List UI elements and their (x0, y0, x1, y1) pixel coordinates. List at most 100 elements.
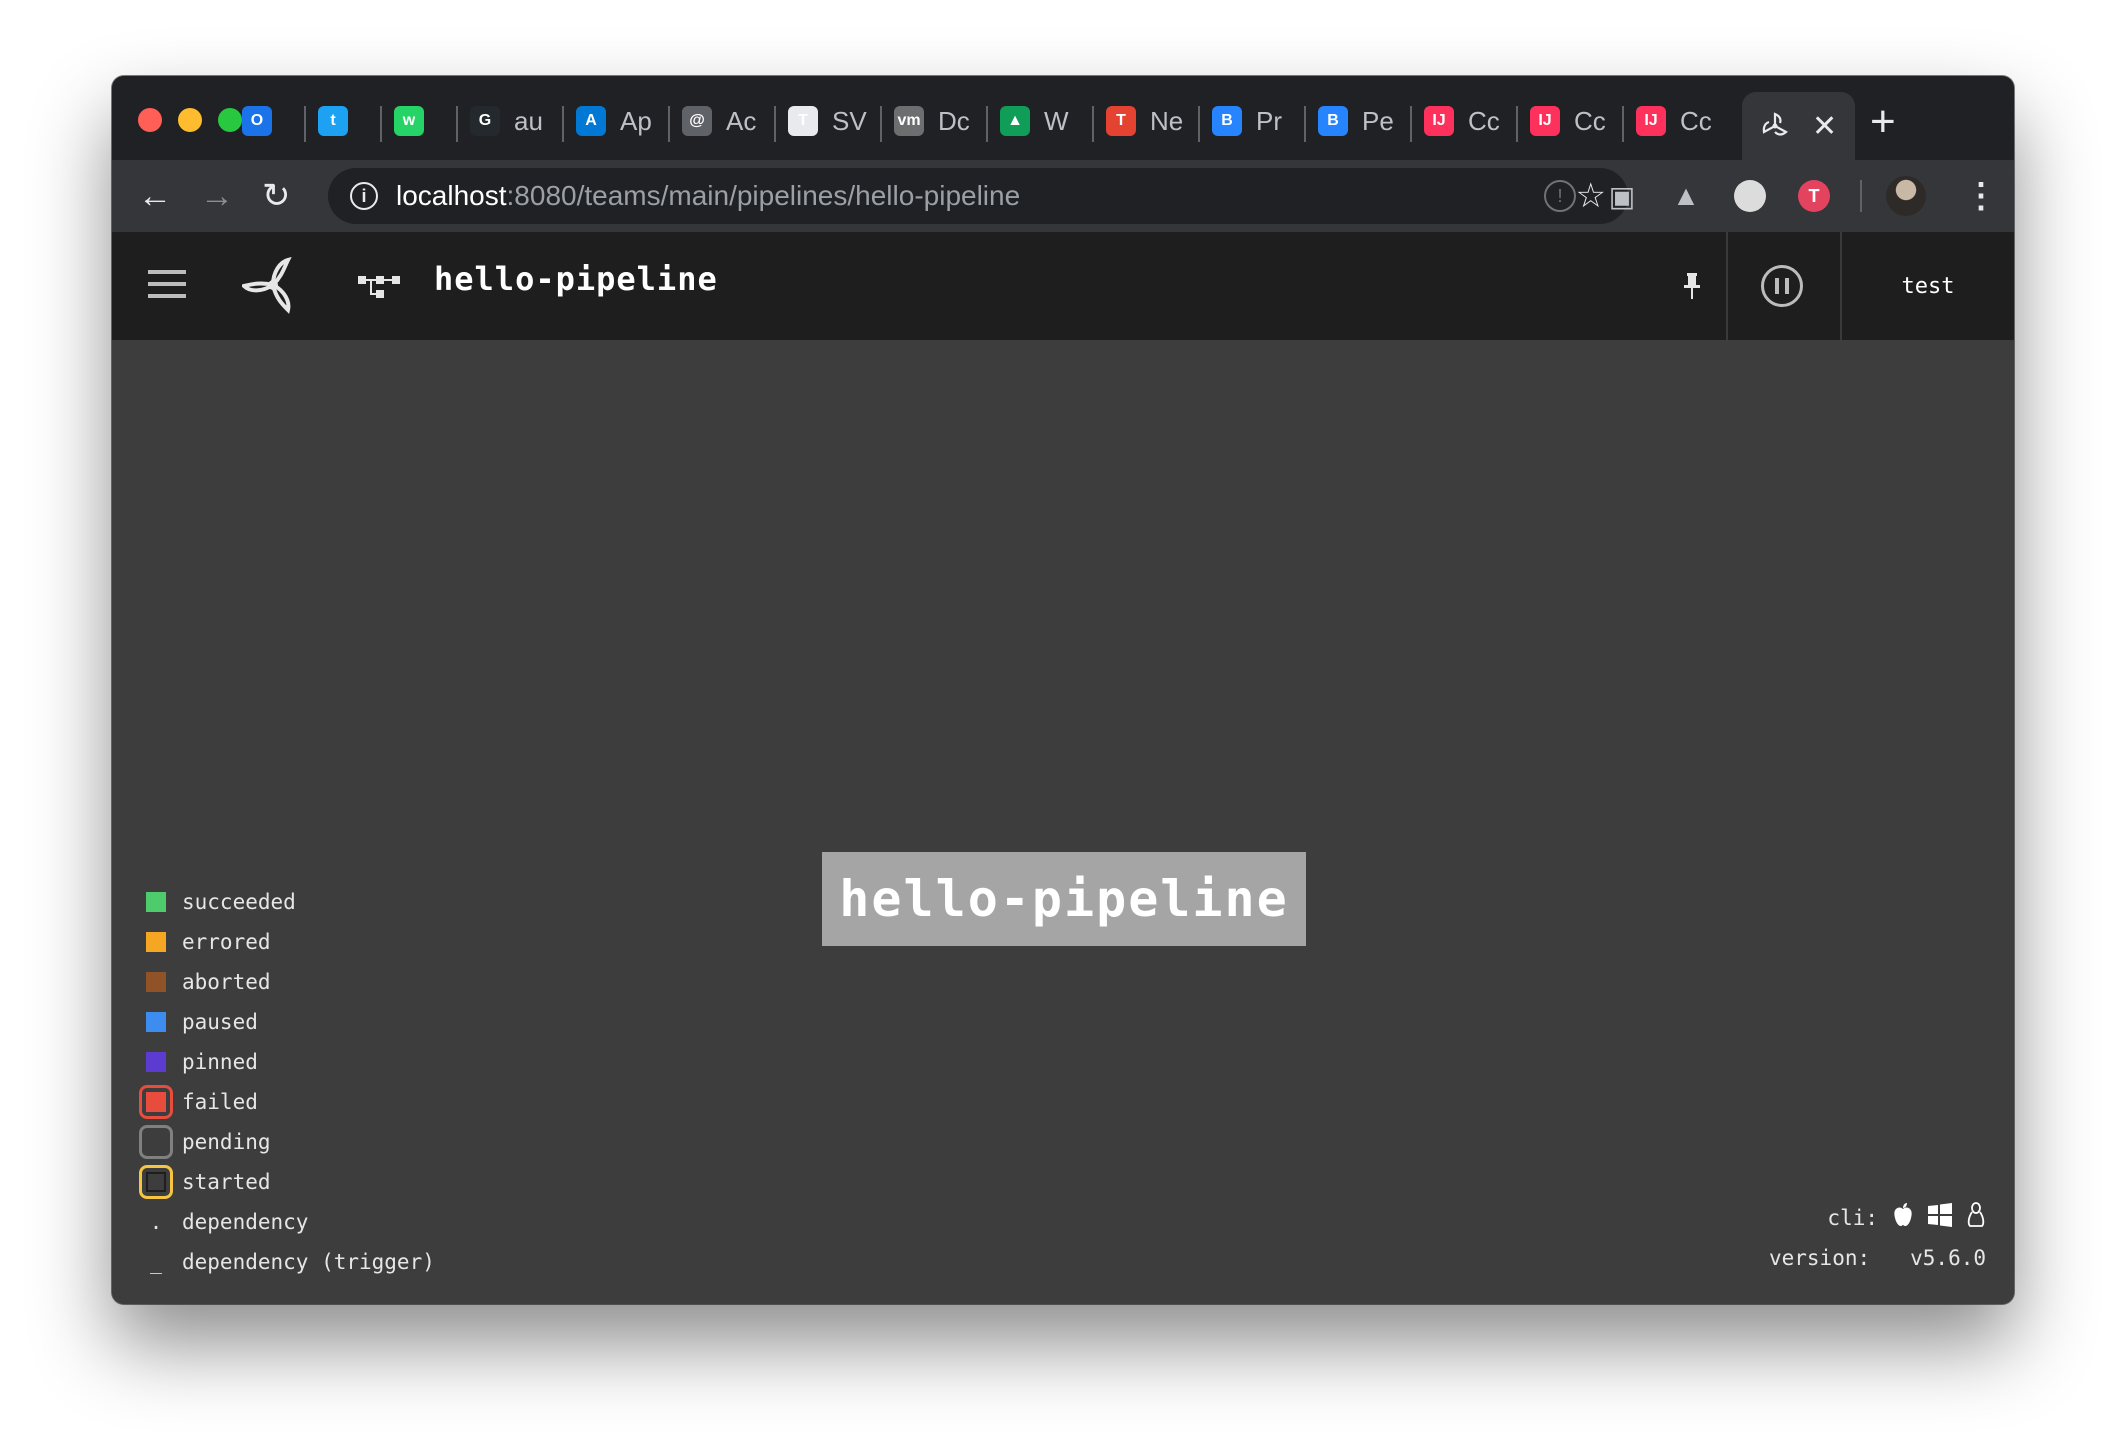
azure-devops-icon: A (576, 106, 606, 136)
legend-swatch (139, 1085, 173, 1119)
browser-tab[interactable]: vm Dc (894, 98, 970, 144)
camera-icon[interactable]: ▣ (1606, 180, 1638, 212)
drive-extension-icon[interactable]: ▲ (1670, 180, 1702, 212)
avatar[interactable] (1886, 176, 1926, 216)
legend-swatch: _ (149, 1250, 163, 1274)
intellij-icon: IJ (1636, 106, 1666, 136)
browser-tab[interactable]: B Pr (1212, 98, 1282, 144)
legend-label: dependency (182, 1210, 309, 1234)
concourse-icon (1760, 111, 1790, 141)
legend-label: errored (182, 930, 271, 954)
tab-separator (1622, 106, 1624, 142)
legend-label: pending (182, 1130, 271, 1154)
browser-tab[interactable]: B Pe (1318, 98, 1394, 144)
browser-tab[interactable]: O (242, 98, 272, 144)
legend-item-errored: errored (136, 922, 435, 962)
legend-label: started (182, 1170, 271, 1194)
pause-icon (1761, 265, 1803, 307)
pipeline-canvas[interactable]: hello-pipeline succeeded errored aborted pa… (112, 340, 2014, 1304)
version-label: version: (1768, 1246, 1871, 1270)
site-info-icon[interactable]: i (350, 182, 378, 210)
legend-item-started: started (136, 1162, 435, 1202)
legend-swatch: . (149, 1210, 163, 1234)
legend-swatch (146, 892, 166, 912)
intellij-icon: IJ (1424, 106, 1454, 136)
legend-swatch (139, 1125, 173, 1159)
twitter-icon: t (318, 106, 348, 136)
concourse-logo-icon[interactable] (240, 254, 304, 320)
legend-item-pending: pending (136, 1122, 435, 1162)
legend-label: dependency (trigger) (182, 1250, 435, 1274)
pause-pipeline-button[interactable] (1728, 232, 1836, 340)
user-menu[interactable]: test (1842, 232, 2014, 340)
tab-label: Ac (726, 105, 757, 136)
bookmark-star-icon[interactable]: ☆ (1576, 176, 1606, 216)
google-drive-icon: ▲ (1000, 106, 1030, 136)
browser-tab[interactable]: IJ Cc (1424, 98, 1500, 144)
back-arrow-icon[interactable]: ← (138, 174, 172, 218)
legend-swatch (139, 1165, 173, 1199)
browser-tab[interactable]: w (394, 98, 424, 144)
top-bar: hello-pipeline test (112, 232, 2014, 340)
job-node[interactable]: hello-pipeline (822, 852, 1306, 946)
tab-label: Cc (1680, 105, 1712, 136)
legend-item-paused: paused (136, 1002, 435, 1042)
forward-arrow-icon[interactable]: → (200, 174, 234, 218)
address-bar[interactable]: i localhost:8080/teams/main/pipelines/he… (328, 168, 1628, 224)
tab-active-concourse[interactable]: ✕ (1742, 92, 1856, 160)
pin-icon[interactable] (1652, 232, 1732, 340)
legend-swatch (146, 1052, 166, 1072)
vmware-icon: vm (894, 106, 924, 136)
browser-tab[interactable]: ▲ W (1000, 98, 1069, 144)
tab-separator (1410, 106, 1412, 142)
todoist-extension-icon[interactable]: T (1798, 180, 1830, 212)
legend-item-dependency: . dependency (136, 1202, 435, 1242)
close-window-button[interactable] (138, 108, 162, 132)
tab-label: W (1044, 105, 1069, 136)
browser-tab[interactable]: A Ap (576, 98, 652, 144)
extension-circle-icon[interactable] (1734, 180, 1766, 212)
browser-tab[interactable]: T SV (788, 98, 867, 144)
browser-tab[interactable]: T Ne (1106, 98, 1183, 144)
browser-tab[interactable]: Gau (470, 98, 543, 144)
version-value: v5.6.0 (1910, 1246, 1986, 1270)
tab-separator (986, 106, 988, 142)
pipeline-icon (358, 270, 402, 306)
intellij-icon: IJ (1530, 106, 1560, 136)
linux-icon[interactable] (1966, 1202, 1986, 1234)
new-tab-button[interactable]: + (1870, 100, 1896, 144)
browser-tab[interactable]: IJ Cc (1530, 98, 1606, 144)
legend-label: aborted (182, 970, 271, 994)
maximize-window-button[interactable] (218, 108, 242, 132)
legend-swatch (146, 972, 166, 992)
legend-label: paused (182, 1010, 258, 1034)
extension-info-icon[interactable]: ! (1544, 180, 1576, 212)
legend-swatch (146, 932, 166, 952)
todoist-icon: T (1106, 106, 1136, 136)
browser-tab[interactable]: IJ Cc (1636, 98, 1712, 144)
tab-separator (1198, 106, 1200, 142)
reload-icon[interactable]: ↻ (262, 174, 291, 218)
tab-separator (562, 106, 564, 142)
hamburger-menu-icon[interactable] (148, 270, 186, 306)
tab-separator (880, 106, 882, 142)
tab-label: Pr (1256, 105, 1282, 136)
bitbucket-icon: B (1212, 106, 1242, 136)
browser-tab[interactable]: t (318, 98, 348, 144)
tab-separator (1516, 106, 1518, 142)
windows-icon[interactable] (1928, 1203, 1952, 1233)
close-tab-icon[interactable]: ✕ (1812, 109, 1837, 144)
tab-label: Dc (938, 105, 970, 136)
menu-kebab-icon[interactable]: ⋮ (1964, 174, 1998, 218)
minimize-window-button[interactable] (178, 108, 202, 132)
tab-separator (668, 106, 670, 142)
browser-tab[interactable]: @ Ac (682, 98, 756, 144)
toolbar-divider (1860, 180, 1862, 212)
tab-label: Pe (1362, 105, 1394, 136)
browser-toolbar: ← → ↻ i localhost:8080/teams/main/pipeli… (112, 160, 2014, 232)
browser-window: Ot w Gau A Ap @ Ac T SV vm Dc ▲ W T Ne B Pr B Pe IJ Cc IJ Cc IJ… (112, 76, 2014, 1304)
apple-icon[interactable] (1892, 1202, 1914, 1234)
pipeline-title[interactable]: hello-pipeline (434, 260, 718, 298)
legend-item-pinned: pinned (136, 1042, 435, 1082)
cli-footer: cli: version: v5.6.0 (1769, 1198, 1986, 1278)
